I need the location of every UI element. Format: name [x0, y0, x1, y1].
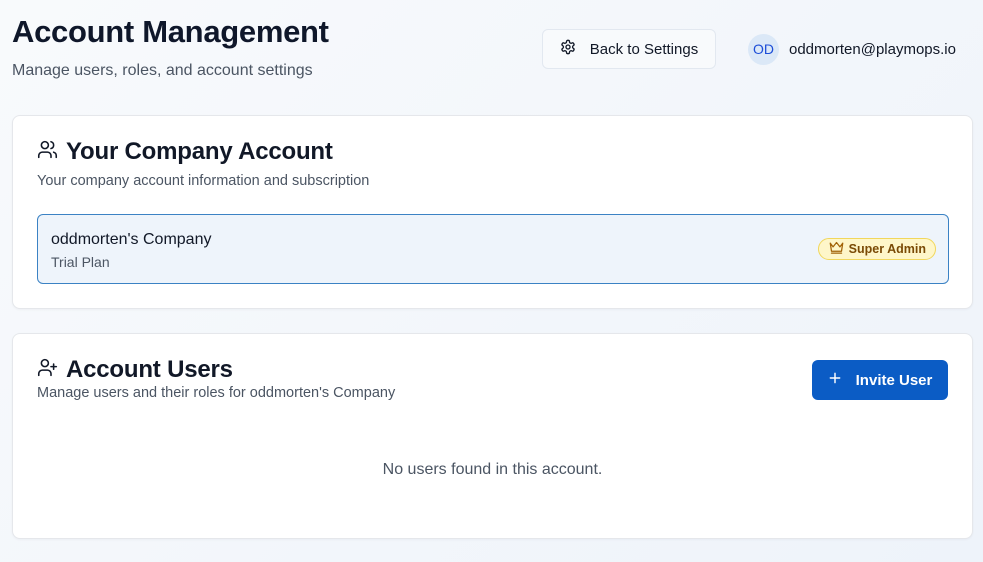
gear-icon: [560, 39, 576, 59]
account-users-card: Account Users Manage users and their rol…: [12, 333, 973, 539]
company-item[interactable]: oddmorten's Company Trial Plan Super Adm…: [37, 214, 949, 284]
crown-icon: [829, 240, 844, 258]
avatar: OD: [748, 33, 779, 65]
page-subtitle: Manage users, roles, and account setting…: [12, 62, 313, 79]
users-card-header: Account Users: [37, 356, 233, 384]
company-plan: Trial Plan: [51, 254, 110, 270]
page-title: Account Management: [12, 14, 329, 49]
company-card-header: Your Company Account: [37, 138, 333, 166]
users-icon: [37, 139, 58, 165]
user-plus-icon: [37, 357, 58, 383]
plus-icon: [828, 371, 842, 389]
company-card-title: Your Company Account: [66, 138, 333, 165]
company-account-card: Your Company Account Your company accoun…: [12, 115, 973, 309]
users-card-title: Account Users: [66, 356, 233, 383]
company-name: oddmorten's Company: [51, 231, 212, 248]
back-to-settings-button[interactable]: Back to Settings: [542, 29, 716, 69]
role-badge-label: Super Admin: [848, 242, 926, 256]
back-to-settings-label: Back to Settings: [589, 40, 699, 58]
role-badge: Super Admin: [817, 238, 936, 260]
user-email: oddmorten@playmops.io: [789, 40, 956, 58]
empty-users-message: No users found in this account.: [382, 461, 603, 478]
company-card-description: Your company account information and sub…: [37, 173, 370, 189]
invite-user-button[interactable]: Invite User: [812, 360, 948, 400]
invite-user-label: Invite User: [855, 371, 933, 389]
user-menu[interactable]: OD oddmorten@playmops.io: [748, 33, 956, 65]
users-card-description: Manage users and their roles for oddmort…: [37, 385, 396, 401]
